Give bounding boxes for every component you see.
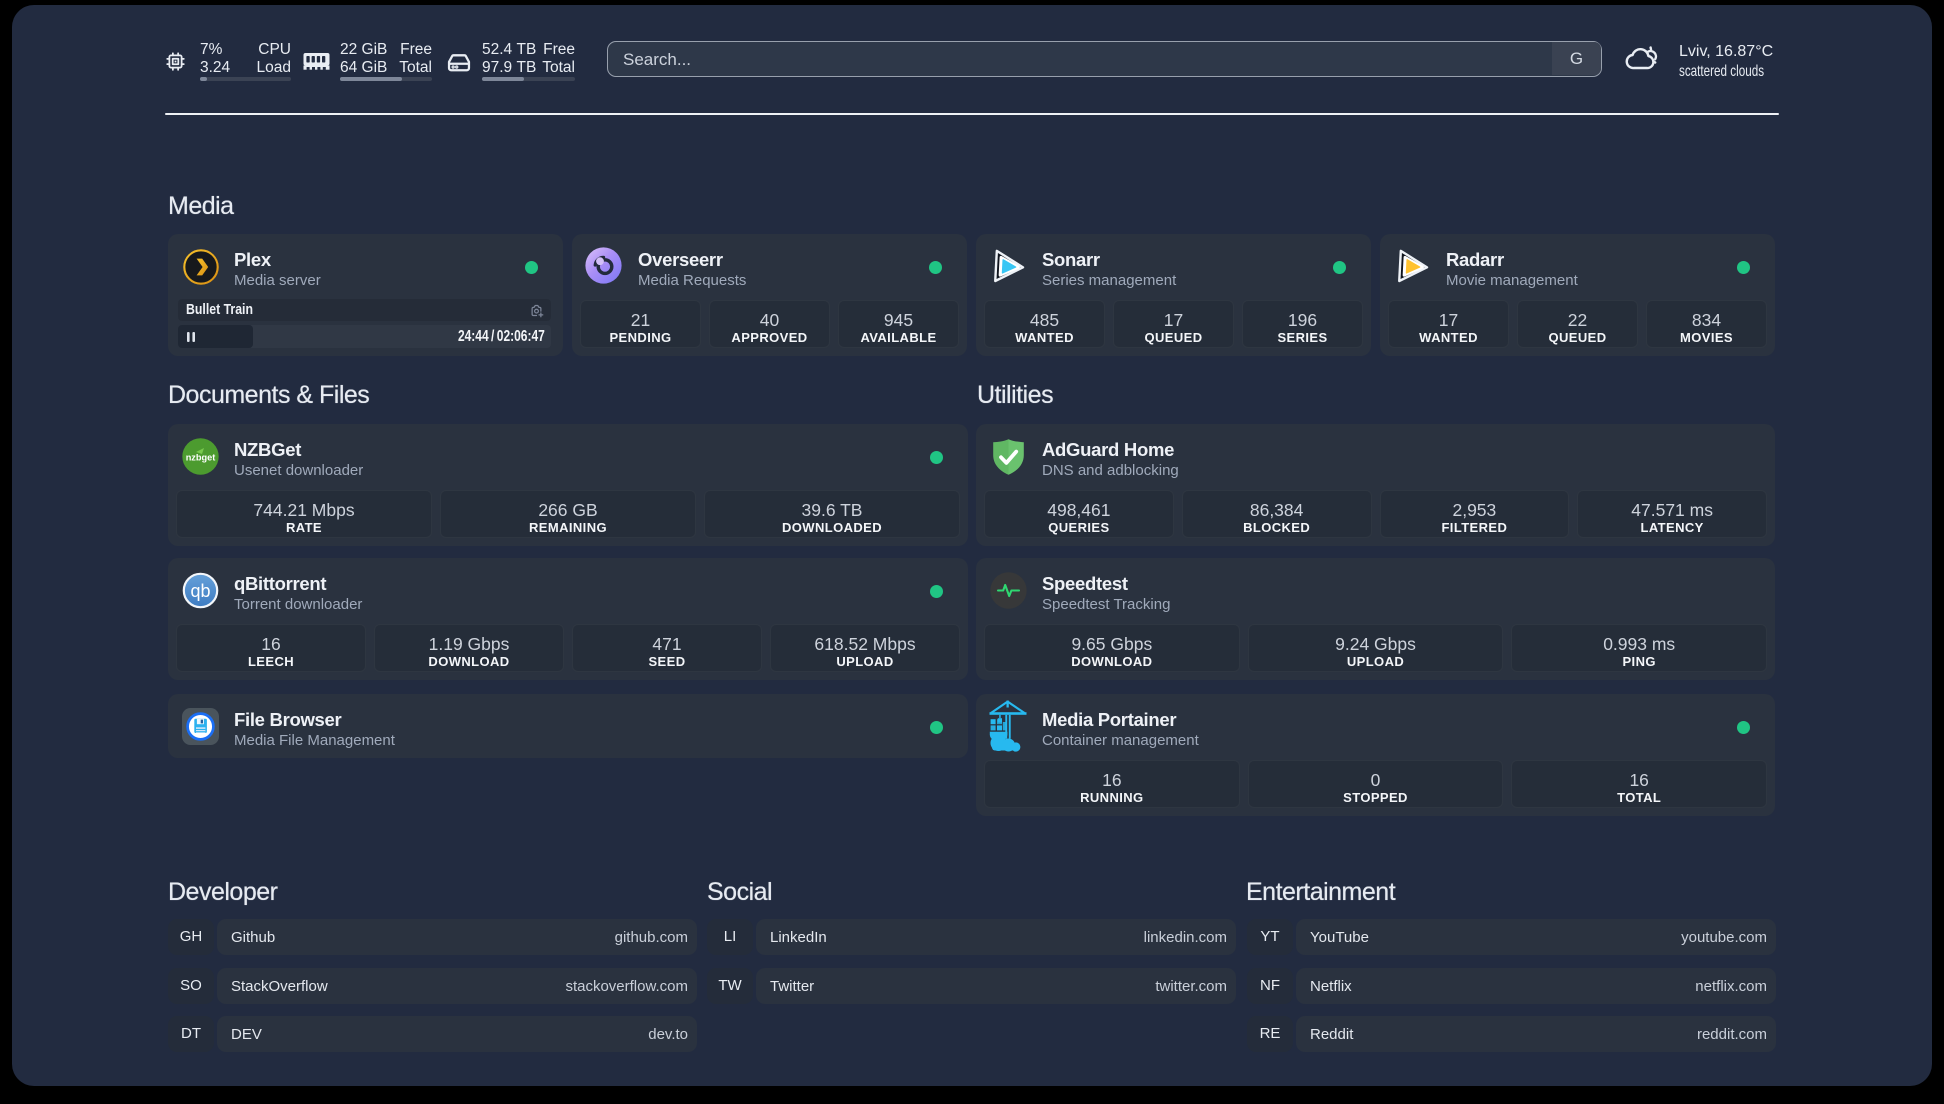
svg-text:qb: qb xyxy=(190,581,210,601)
svg-text:nzbget: nzbget xyxy=(186,453,216,463)
